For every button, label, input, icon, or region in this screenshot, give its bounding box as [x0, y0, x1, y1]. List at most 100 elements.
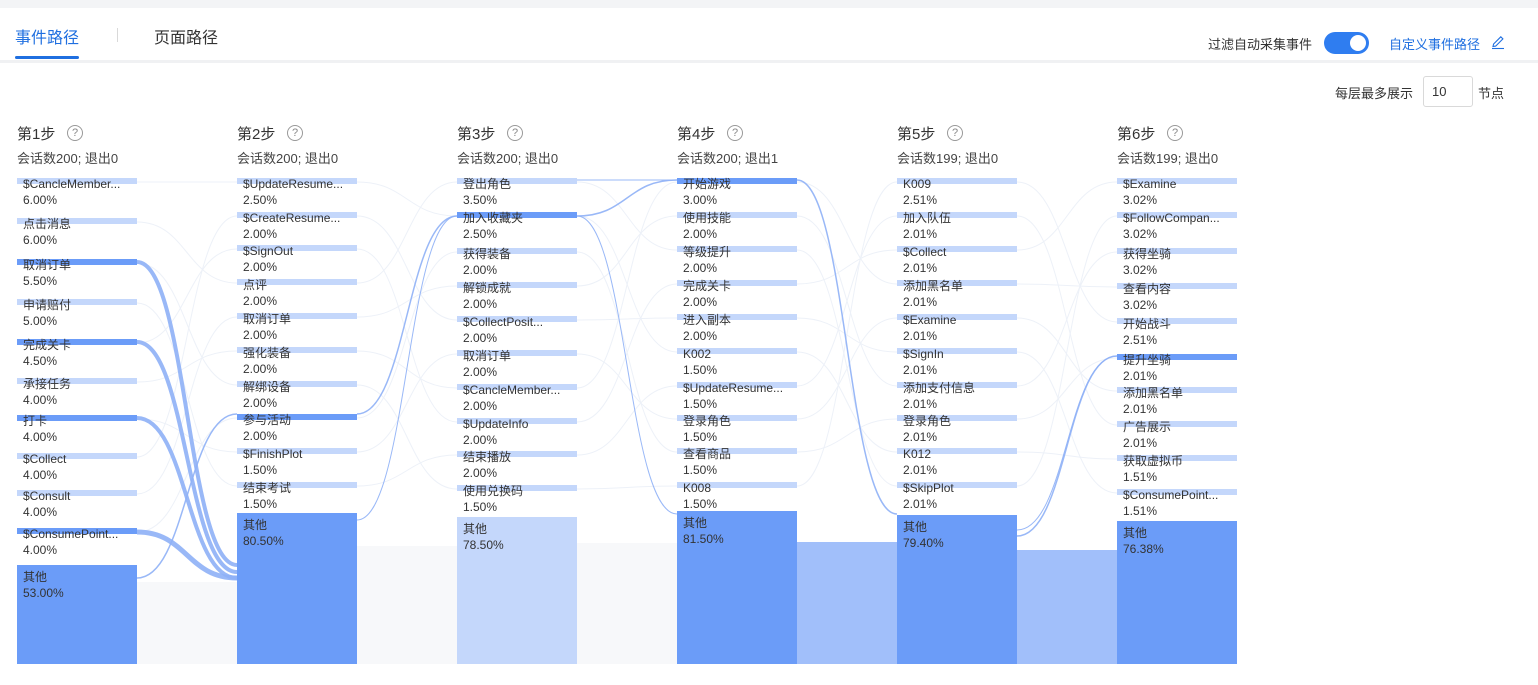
node-name: 加入收藏夹	[463, 211, 523, 225]
node-percent: 1.50%	[243, 497, 277, 511]
node-name: 参与活动	[243, 412, 291, 427]
path-node: $Collect 2.01%	[897, 245, 1017, 275]
node-name: $CollectPosit...	[463, 315, 543, 329]
node-percent: 6.00%	[23, 233, 57, 247]
faint-link	[576, 283, 678, 423]
node-name: 提升坐骑	[1123, 352, 1171, 367]
node-name: $SignIn	[903, 347, 944, 361]
node-percent: 2.01%	[903, 397, 937, 411]
path-node: 使用技能 2.00%	[677, 210, 797, 241]
node-name: K002	[683, 347, 711, 361]
node-name: 进入副本	[683, 313, 731, 327]
node-percent: 2.00%	[463, 433, 497, 447]
path-node: $UpdateInfo 2.00%	[457, 417, 577, 447]
node-name: 申请赔付	[23, 297, 71, 312]
faint-link	[1016, 351, 1118, 494]
node-name: K009	[903, 177, 931, 191]
node-percent: 2.00%	[463, 263, 497, 277]
highlighted-link	[1016, 355, 1118, 531]
path-node: $Examine 2.01%	[897, 313, 1017, 343]
node-percent: 2.00%	[463, 331, 497, 345]
path-node: $FollowCompan... 3.02%	[1117, 211, 1237, 241]
path-node: 结束播放 2.00%	[457, 449, 577, 480]
highlighted-link	[136, 260, 238, 567]
faint-link	[576, 317, 678, 321]
node-name: K012	[903, 447, 931, 461]
node-name: 添加支付信息	[903, 380, 975, 395]
path-node: 开始战斗 2.51%	[1117, 317, 1237, 347]
faint-link	[356, 384, 458, 490]
node-percent: 2.00%	[463, 365, 497, 379]
path-node: 获得装备 2.00%	[457, 246, 577, 277]
node-percent: 2.00%	[683, 227, 717, 241]
node-percent: 1.50%	[683, 497, 717, 511]
node-percent: 4.00%	[23, 505, 57, 519]
node-name: 取消订单	[23, 258, 71, 272]
node-percent: 2.50%	[463, 227, 497, 241]
highlighted-link	[356, 215, 458, 415]
path-node: K009 2.51%	[897, 177, 1017, 207]
node-name: $Consult	[23, 489, 71, 503]
node-name: $FinishPlot	[243, 447, 303, 461]
path-node: 广告展示 2.01%	[1117, 420, 1237, 450]
node-percent: 2.01%	[903, 227, 937, 241]
faint-link	[356, 454, 458, 487]
path-node: K002 1.50%	[677, 347, 797, 377]
path-node: 登录角色 1.50%	[677, 413, 797, 444]
node-name: $UpdateResume...	[683, 381, 783, 395]
highlighted-link	[356, 215, 458, 521]
node-percent: 3.02%	[1123, 193, 1157, 207]
path-node: 完成关卡 2.00%	[677, 278, 797, 309]
node-percent: 4.00%	[23, 393, 57, 407]
other-node: 其他 76.38%	[1117, 521, 1237, 664]
node-name: $FollowCompan...	[1123, 211, 1220, 225]
node-percent: 2.51%	[1123, 333, 1157, 347]
node-percent: 2.00%	[243, 362, 277, 376]
highlighted-link	[796, 179, 898, 515]
node-name: 开始游戏	[683, 177, 731, 191]
node-name: 开始战斗	[1123, 317, 1171, 331]
path-node: 使用兑换码 1.50%	[457, 483, 577, 514]
step-column: 开始游戏3.00%使用技能2.00%等级提升2.00%完成关卡2.00%进入副本…	[677, 177, 797, 664]
other-flow-band-highlight	[797, 542, 897, 664]
path-node: 点击消息 6.00%	[17, 216, 137, 247]
path-node: 登录角色 2.01%	[897, 413, 1017, 444]
node-percent: 2.00%	[463, 399, 497, 413]
node-percent: 2.01%	[903, 430, 937, 444]
node-percent: 1.50%	[683, 397, 717, 411]
node-name: 加入队伍	[903, 210, 951, 225]
path-node: 取消订单 2.00%	[237, 312, 357, 342]
faint-link	[576, 485, 678, 490]
node-percent: 2.00%	[243, 328, 277, 342]
path-node: 申请赔付 5.00%	[17, 297, 137, 328]
node-name: 完成关卡	[683, 278, 731, 293]
sankey-path-chart: $CancleMember... 6.00% 点击消息 6.00% 取消订单 5.50% 申…	[17, 176, 1237, 664]
path-node: 取消订单 2.00%	[457, 349, 577, 379]
node-name: 查看商品	[683, 446, 731, 461]
node-name: K008	[683, 481, 711, 495]
step-column: K009 2.51% 加入队伍 2.01% $Collect 2.01% 添加黑名单 2.01…	[897, 177, 1017, 664]
node-percent: 1.50%	[243, 463, 277, 477]
faint-link	[576, 181, 678, 389]
node-name: 获得装备	[463, 246, 511, 261]
other-node: 其他 53.00%	[17, 565, 137, 664]
path-node: $CancleMember... 2.00%	[457, 383, 577, 413]
node-percent: 1.50%	[683, 363, 717, 377]
path-node: K008 1.50%	[677, 481, 797, 511]
node-name: 承接任务	[23, 376, 71, 391]
faint-link	[1016, 283, 1118, 288]
node-name: 登录角色	[683, 413, 731, 428]
node-name: 使用技能	[683, 210, 731, 225]
node-percent: 2.01%	[903, 497, 937, 511]
faint-link	[1016, 451, 1118, 460]
node-percent: 2.00%	[683, 295, 717, 309]
node-name: 添加黑名单	[903, 278, 963, 293]
node-percent: 2.01%	[1123, 436, 1157, 450]
highlighted-link	[136, 340, 238, 574]
node-name: $Collect	[23, 452, 67, 466]
node-percent: 2.01%	[1123, 402, 1157, 416]
node-percent: 1.50%	[463, 500, 497, 514]
node-percent: 2.00%	[243, 227, 277, 241]
node-name: $ConsumePoint...	[23, 527, 118, 541]
step-column: $UpdateResume... 2.50% $CreateResume... 2.0…	[237, 177, 357, 664]
